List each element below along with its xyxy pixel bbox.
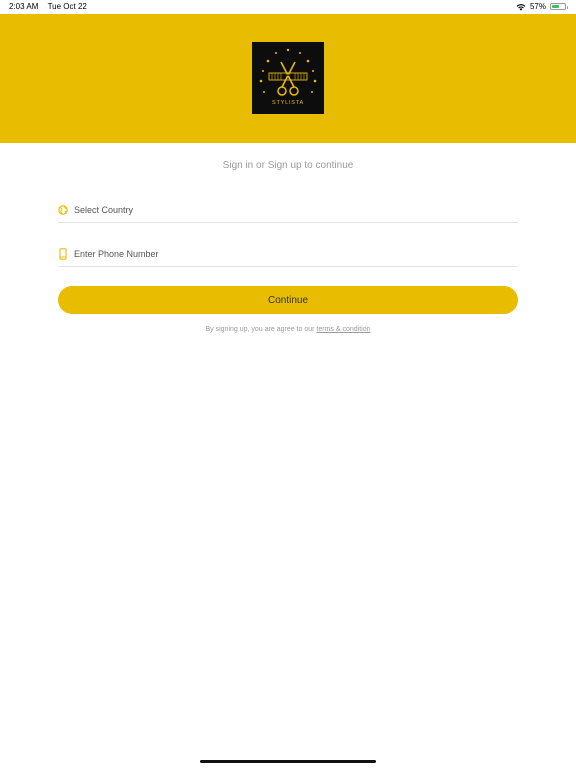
battery-percent: 57% [529, 2, 546, 11]
logo-wordmark: STYLISTA [272, 100, 304, 106]
phone-number-input[interactable] [74, 247, 514, 261]
status-bar: 2:03 AM Tue Oct 22 57% [0, 0, 576, 14]
terms-notice: By signing up, you are agree to our term… [0, 326, 576, 333]
country-select-field[interactable] [58, 200, 518, 223]
country-select-input[interactable] [74, 203, 514, 217]
brand-logo: STYLISTA [252, 42, 324, 114]
status-left: 2:03 AM Tue Oct 22 [9, 2, 87, 11]
home-indicator[interactable] [200, 760, 376, 763]
terms-prefix: By signing up, you are agree to our [205, 326, 317, 333]
battery-fill [552, 5, 559, 8]
header-banner: STYLISTA [0, 14, 576, 143]
status-time: 2:03 AM [9, 2, 39, 11]
wifi-icon [516, 3, 526, 11]
terms-link[interactable]: terms & condition [316, 326, 370, 333]
status-right: 57% [516, 2, 568, 11]
continue-button[interactable]: Continue [58, 286, 518, 314]
phone-number-field[interactable] [58, 244, 518, 267]
status-date: Tue Oct 22 [47, 2, 87, 11]
mobile-phone-icon [59, 248, 67, 260]
signin-subtitle: Sign in or Sign up to continue [222, 160, 354, 171]
battery-cap [566, 5, 568, 9]
scissors-logo-icon: STYLISTA [259, 48, 317, 106]
globe-icon [58, 205, 68, 215]
battery-icon [550, 3, 568, 10]
